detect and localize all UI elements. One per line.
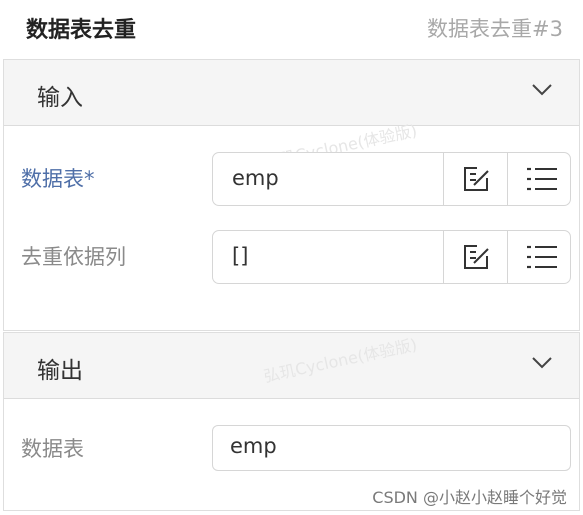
panel-title: 数据表去重 [26, 18, 137, 43]
table-input-value: emp [232, 166, 279, 190]
table-input[interactable]: emp [212, 152, 571, 206]
edit-icon [464, 167, 489, 191]
property-panel: 数据表去重 数据表去重#3 输入 弘玑Cyclone(体验版) 数据表* emp [0, 0, 583, 515]
input-section-header[interactable]: 输入 [4, 60, 579, 126]
field-label-dedupe-columns: 去重依据列 [21, 245, 126, 269]
dedupe-columns-input[interactable]: [] [212, 230, 571, 284]
footer-credit: CSDN @小赵小赵睡个好觉 [372, 488, 567, 507]
list-icon [527, 167, 557, 191]
edit-button[interactable] [443, 231, 507, 283]
edit-icon [464, 245, 489, 269]
list-button[interactable] [507, 153, 571, 205]
output-table-value: emp [230, 434, 277, 458]
field-label-table: 数据表* [21, 167, 95, 191]
panel-header: 数据表去重 数据表去重#3 [0, 0, 583, 56]
input-section: 输入 弘玑Cyclone(体验版) 数据表* emp 去重依据列 [] [3, 59, 580, 331]
chevron-down-icon[interactable] [531, 355, 553, 371]
dedupe-columns-value: [] [232, 244, 249, 268]
panel-subtitle: 数据表去重#3 [427, 17, 563, 41]
edit-button[interactable] [443, 153, 507, 205]
output-table-input[interactable]: emp [212, 425, 571, 471]
output-section-header[interactable]: 输出 [4, 333, 579, 399]
input-section-title: 输入 [37, 85, 83, 111]
field-label-output-table: 数据表 [21, 437, 84, 461]
output-section-title: 输出 [37, 358, 83, 384]
list-button[interactable] [507, 231, 571, 283]
chevron-down-icon[interactable] [531, 82, 553, 98]
list-icon [527, 245, 557, 269]
